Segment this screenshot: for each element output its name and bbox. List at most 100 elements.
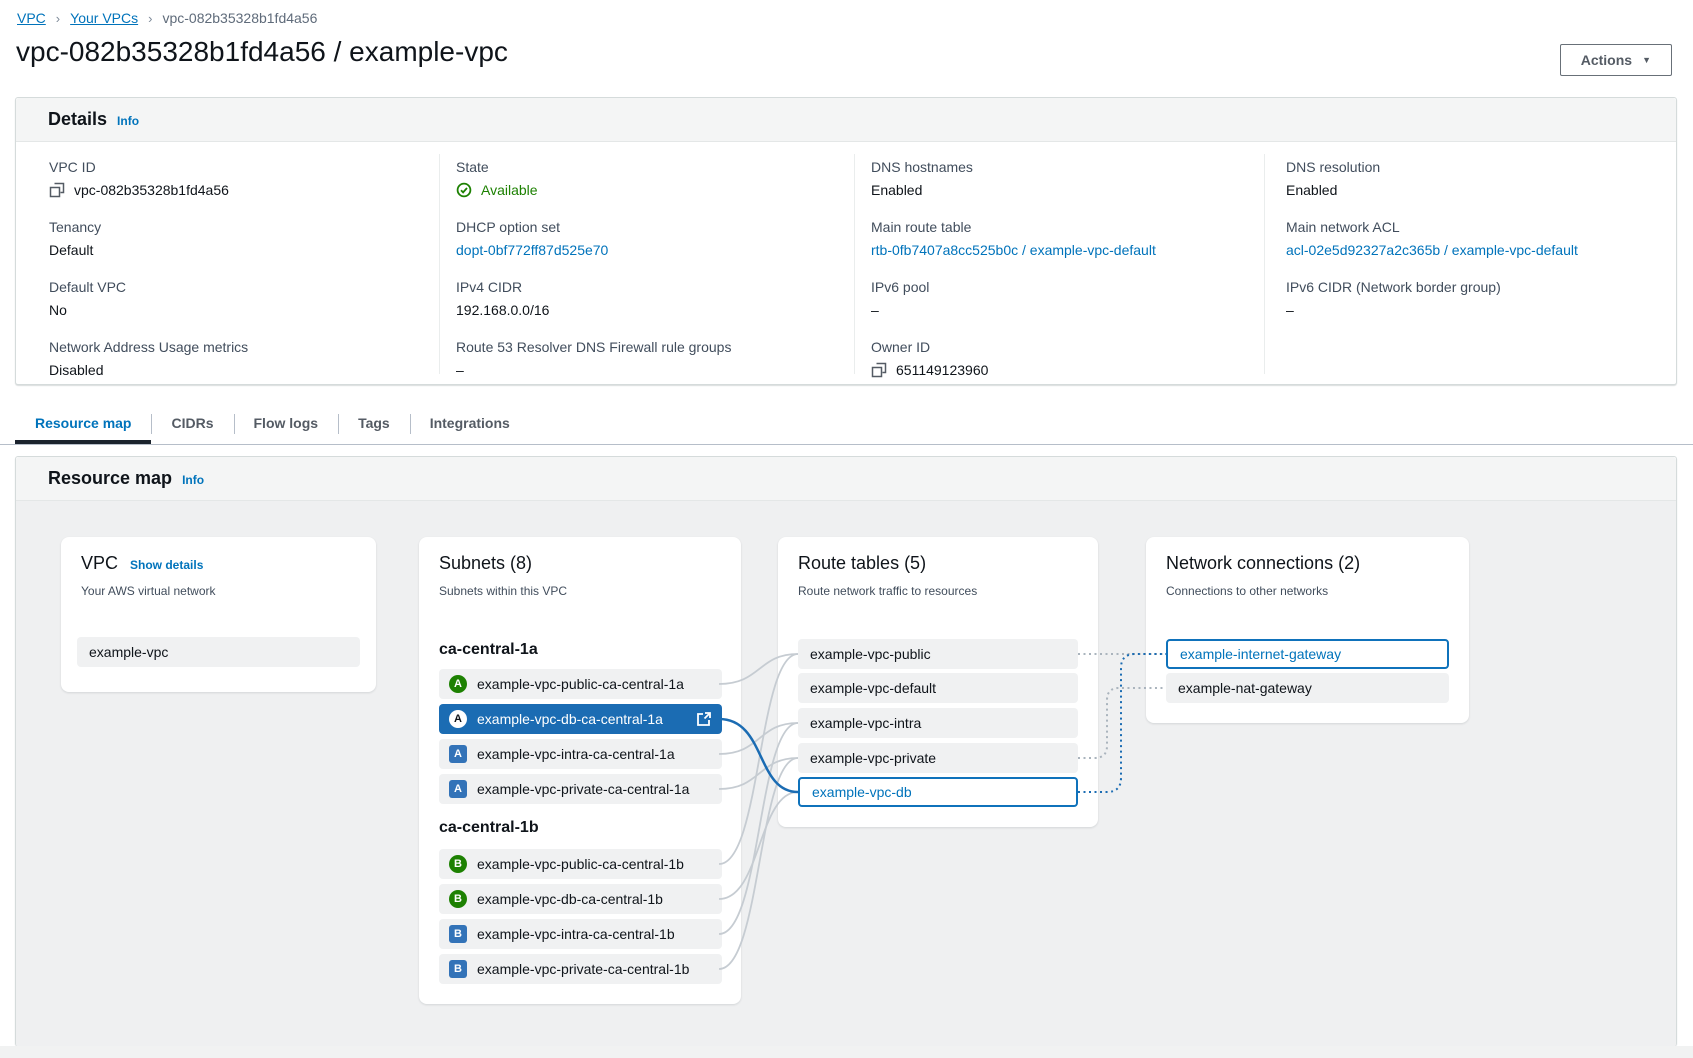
details-field-text: No: [49, 299, 67, 321]
network-connection-item[interactable]: example-nat-gateway: [1166, 673, 1449, 703]
subnet-item[interactable]: Aexample-vpc-public-ca-central-1a: [439, 669, 722, 699]
details-field: TenancyDefault: [49, 217, 419, 261]
breadcrumb: VPC›Your VPCs›vpc-082b35328b1fd4a56: [17, 10, 317, 26]
copy-icon[interactable]: [871, 362, 887, 378]
external-link-icon[interactable]: [696, 711, 712, 727]
breadcrumb-item[interactable]: Your VPCs: [70, 10, 138, 26]
column-divider: [439, 154, 440, 374]
subnet-item-label: example-vpc-public-ca-central-1a: [477, 676, 684, 692]
subnets-card-title: Subnets (8): [439, 553, 532, 574]
details-field-label: Network Address Usage metrics: [49, 337, 419, 357]
route-tables-card-subtitle: Route network traffic to resources: [798, 584, 977, 598]
route-table-item[interactable]: example-vpc-public: [798, 639, 1078, 669]
subnet-item-label: example-vpc-public-ca-central-1b: [477, 856, 684, 872]
resource-map-title: Resource map: [48, 468, 172, 489]
copy-icon[interactable]: [49, 182, 65, 198]
details-field-text: –: [456, 359, 464, 381]
resource-map-info-link[interactable]: Info: [182, 473, 204, 487]
az-circle-badge: A: [449, 710, 467, 728]
network-connection-item[interactable]: example-internet-gateway: [1166, 639, 1449, 669]
subnet-item[interactable]: Bexample-vpc-public-ca-central-1b: [439, 849, 722, 879]
tab-resource-map[interactable]: Resource map: [15, 405, 151, 444]
details-panel-header: Details Info: [16, 98, 1676, 142]
details-field-label: Route 53 Resolver DNS Firewall rule grou…: [456, 337, 826, 357]
details-field: Main route tablertb-0fb7407a8cc525b0c / …: [871, 217, 1241, 261]
subnet-item[interactable]: Aexample-vpc-db-ca-central-1a: [439, 704, 722, 734]
details-field-label: Main route table: [871, 217, 1241, 237]
details-field-text: Available: [481, 179, 538, 201]
tab-cidrs[interactable]: CIDRs: [151, 405, 233, 444]
network-card-title: Network connections (2): [1166, 553, 1360, 574]
details-field-link[interactable]: dopt-0bf772ff87d525e70: [456, 239, 608, 261]
subnet-item[interactable]: Bexample-vpc-db-ca-central-1b: [439, 884, 722, 914]
details-field: DHCP option setdopt-0bf772ff87d525e70: [456, 217, 826, 261]
az-circle-badge: B: [449, 855, 467, 873]
details-field-text: –: [871, 299, 879, 321]
details-field-label: DNS resolution: [1286, 157, 1656, 177]
details-field: DNS resolutionEnabled: [1286, 157, 1656, 201]
details-field: IPv4 CIDR192.168.0.0/16: [456, 277, 826, 321]
details-field-value: Default: [49, 239, 419, 261]
tab-bar: Resource mapCIDRsFlow logsTagsIntegratio…: [15, 405, 530, 444]
availability-zone-header: ca-central-1b: [439, 819, 539, 837]
details-field-value: No: [49, 299, 419, 321]
details-info-link[interactable]: Info: [117, 114, 139, 128]
subnet-item[interactable]: Bexample-vpc-private-ca-central-1b: [439, 954, 722, 984]
details-field-value: 192.168.0.0/16: [456, 299, 826, 321]
breadcrumb-item[interactable]: VPC: [17, 10, 46, 26]
details-field-text: Disabled: [49, 359, 103, 381]
tab-flow-logs[interactable]: Flow logs: [234, 405, 339, 444]
tab-integrations[interactable]: Integrations: [410, 405, 530, 444]
tab-bar-rule: [0, 444, 1693, 445]
route-table-item[interactable]: example-vpc-intra: [798, 708, 1078, 738]
details-panel: Details Info VPC IDvpc-082b35328b1fd4a56…: [15, 97, 1677, 385]
vpc-card-subtitle: Your AWS virtual network: [81, 584, 216, 598]
route-table-item[interactable]: example-vpc-db: [798, 777, 1078, 807]
details-field-text: 192.168.0.0/16: [456, 299, 549, 321]
details-field-value: –: [456, 359, 826, 381]
vpc-show-details-link[interactable]: Show details: [130, 558, 203, 572]
route-tables-card-title: Route tables (5): [798, 553, 926, 574]
route-table-item[interactable]: example-vpc-default: [798, 673, 1078, 703]
chevron-down-icon: ▼: [1642, 56, 1651, 65]
subnet-item-label: example-vpc-private-ca-central-1a: [477, 781, 689, 797]
subnet-item-label: example-vpc-db-ca-central-1b: [477, 891, 663, 907]
details-field-text: vpc-082b35328b1fd4a56: [74, 179, 229, 201]
details-title: Details: [48, 109, 107, 130]
details-field-text: Enabled: [871, 179, 922, 201]
column-divider: [1264, 154, 1265, 374]
resource-map-body: VPC Show details Your AWS virtual networ…: [16, 501, 1676, 1047]
subnet-item[interactable]: Bexample-vpc-intra-ca-central-1b: [439, 919, 722, 949]
actions-button-label: Actions: [1581, 52, 1632, 68]
details-field: Network Address Usage metricsDisabled: [49, 337, 419, 381]
details-field-value: dopt-0bf772ff87d525e70: [456, 239, 826, 261]
route-table-item[interactable]: example-vpc-private: [798, 743, 1078, 773]
details-field-label: DHCP option set: [456, 217, 826, 237]
tab-tags[interactable]: Tags: [338, 405, 410, 444]
details-column: DNS resolutionEnabledMain network ACLacl…: [1286, 157, 1656, 337]
subnet-item[interactable]: Aexample-vpc-intra-ca-central-1a: [439, 739, 722, 769]
az-square-badge: B: [449, 960, 467, 978]
vpc-item[interactable]: example-vpc: [77, 637, 360, 667]
details-field-link[interactable]: acl-02e5d92327a2c365b / example-vpc-defa…: [1286, 239, 1578, 261]
subnet-item[interactable]: Aexample-vpc-private-ca-central-1a: [439, 774, 722, 804]
details-field-link[interactable]: rtb-0fb7407a8cc525b0c / example-vpc-defa…: [871, 239, 1156, 261]
details-field-value: 651149123960: [871, 359, 1241, 381]
details-field-label: VPC ID: [49, 157, 419, 177]
details-field-value: Available: [456, 179, 826, 201]
details-field: IPv6 CIDR (Network border group)–: [1286, 277, 1656, 321]
details-body: VPC IDvpc-082b35328b1fd4a56 TenancyDefaul…: [16, 142, 1676, 386]
details-field-label: IPv6 CIDR (Network border group): [1286, 277, 1656, 297]
details-field-text: Default: [49, 239, 93, 261]
details-column: StateAvailableDHCP option setdopt-0bf772…: [456, 157, 826, 397]
details-field: Owner ID651149123960: [871, 337, 1241, 381]
details-field-value: Enabled: [1286, 179, 1656, 201]
actions-button[interactable]: Actions ▼: [1560, 44, 1672, 76]
details-field: VPC IDvpc-082b35328b1fd4a56: [49, 157, 419, 201]
subnet-item-label: example-vpc-intra-ca-central-1b: [477, 926, 675, 942]
network-card-subtitle: Connections to other networks: [1166, 584, 1328, 598]
details-field-value: vpc-082b35328b1fd4a56: [49, 179, 419, 201]
az-circle-badge: A: [449, 675, 467, 693]
vpc-card-title: VPC: [81, 553, 118, 574]
details-field-value: –: [1286, 299, 1656, 321]
